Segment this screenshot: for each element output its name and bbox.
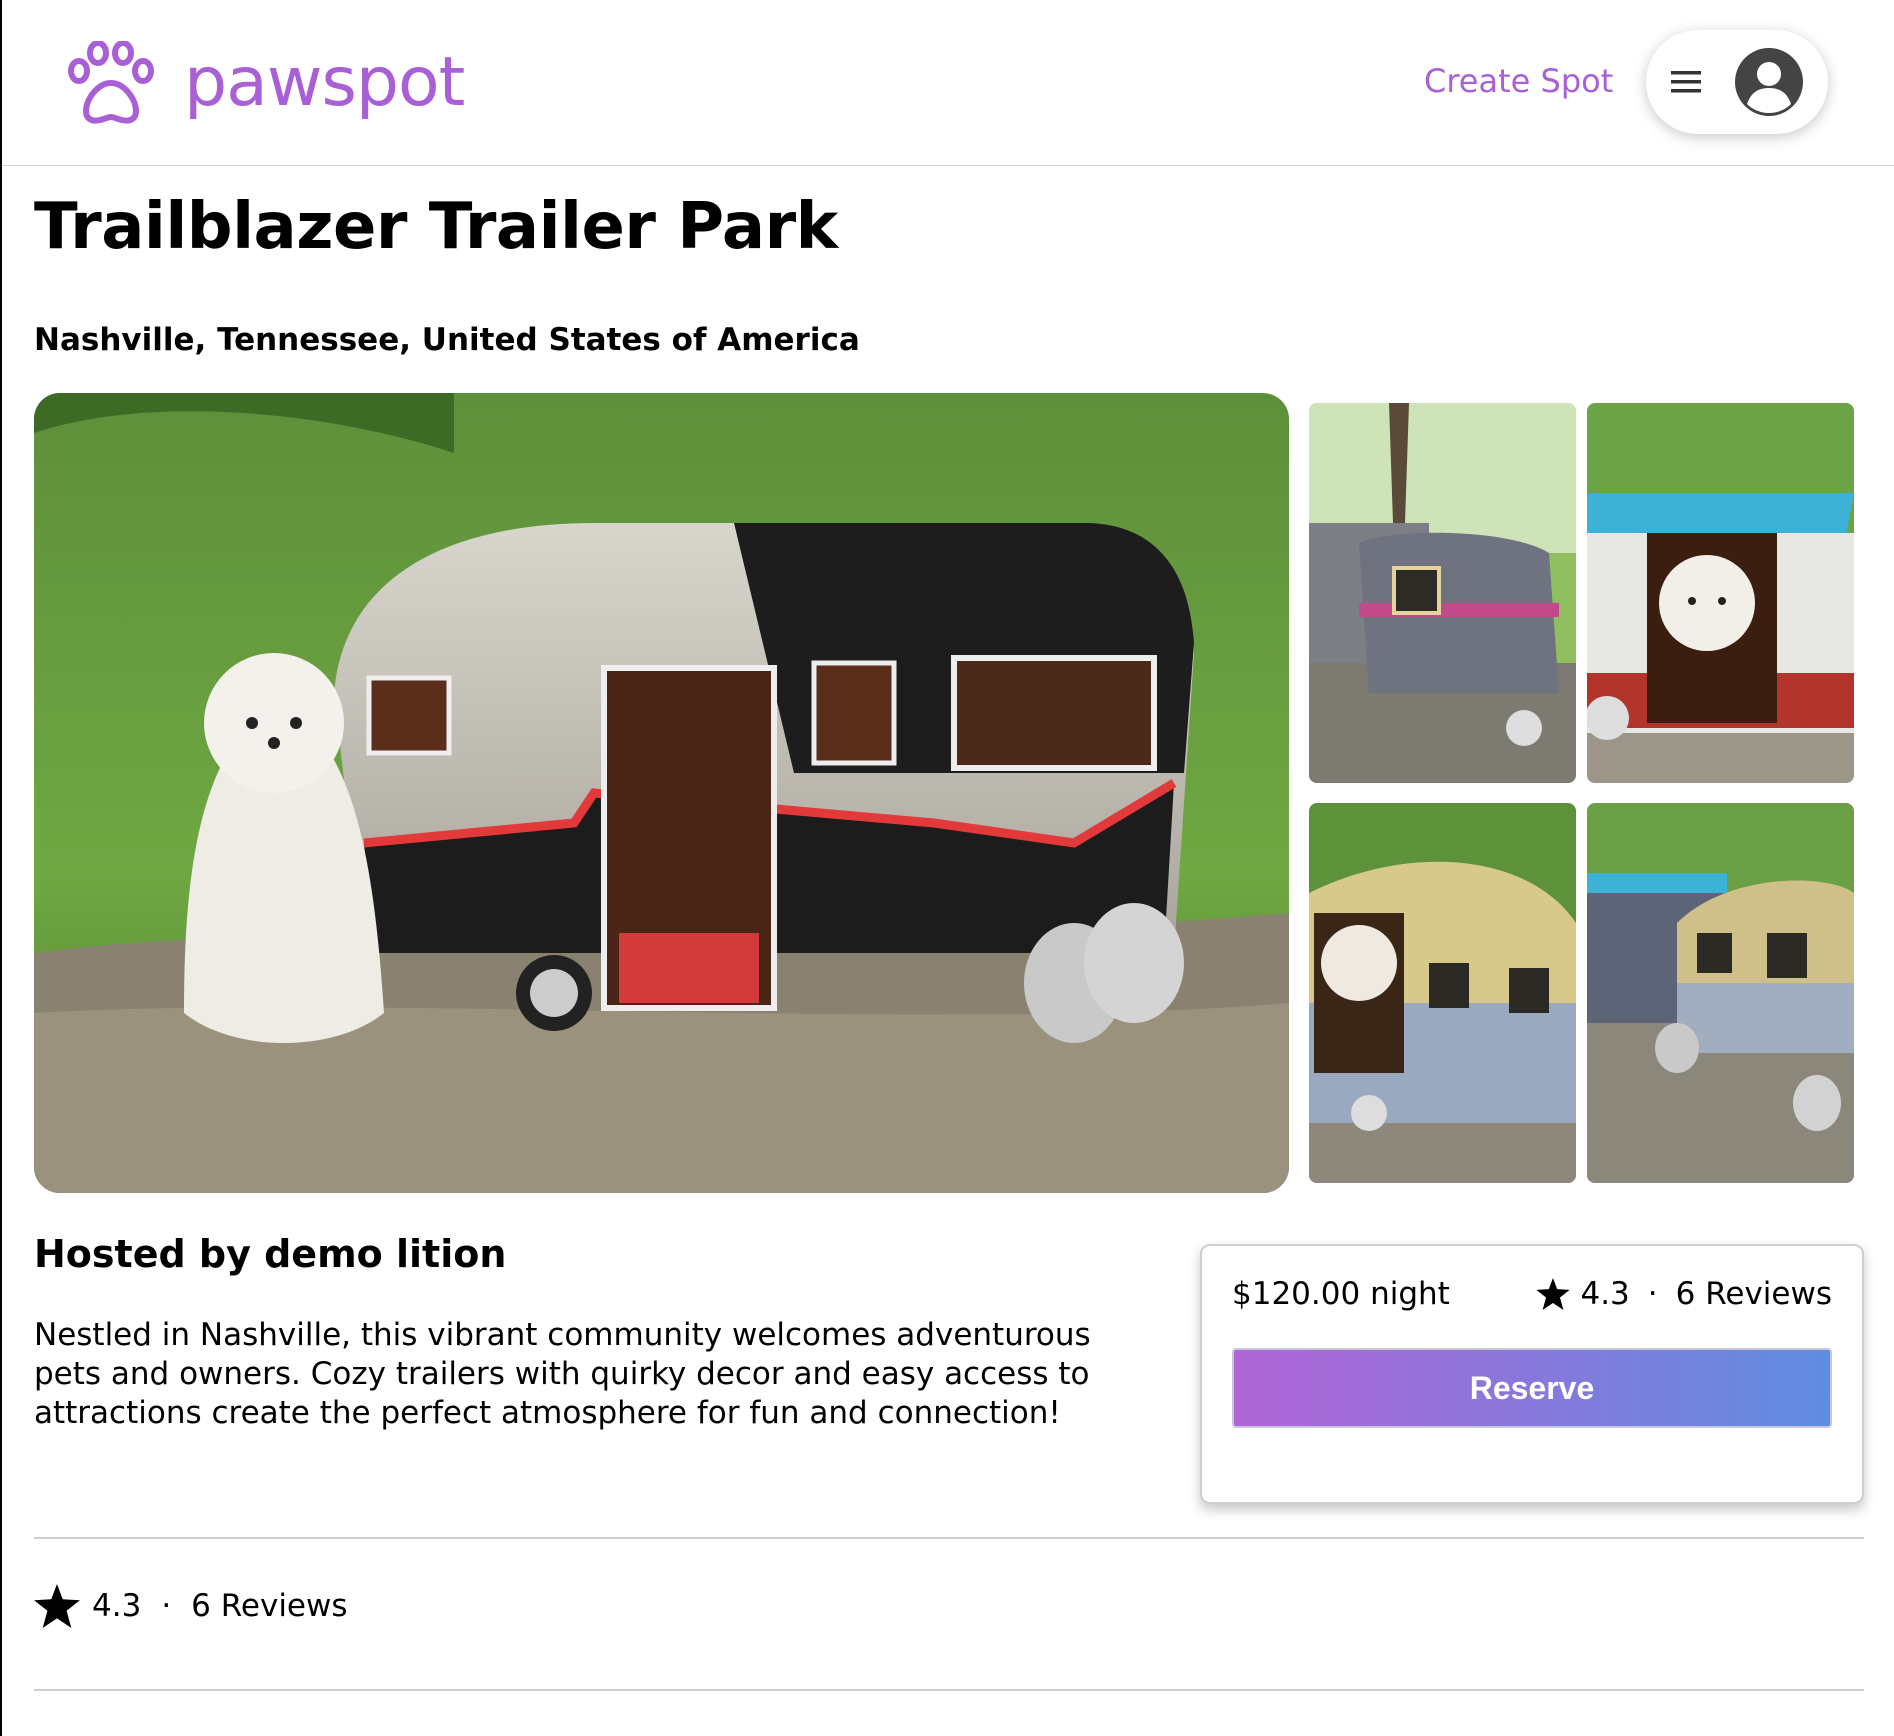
spot-location: Nashville, Tennessee, United States of A… — [34, 322, 860, 358]
card-review-count: 6 Reviews — [1675, 1276, 1832, 1312]
top-navigation-bar: pawspot Create Spot — [2, 0, 1894, 166]
hamburger-icon — [1671, 71, 1701, 93]
price-per-night: $120.00 night — [1232, 1276, 1450, 1312]
reviews-rating-summary: 4.3 · 6 Reviews — [34, 1584, 348, 1628]
create-spot-link[interactable]: Create Spot — [1424, 62, 1613, 100]
spot-title: Trailblazer Trailer Park — [34, 190, 838, 264]
trailer-photo — [1309, 803, 1576, 1183]
trailer-photo — [1309, 403, 1576, 783]
camper-doghouse-photo — [34, 393, 1289, 1193]
card-rating-value: 4.3 — [1580, 1276, 1630, 1312]
section-divider — [34, 1537, 1864, 1539]
trailer-photo — [1587, 403, 1854, 783]
trailer-photo — [1587, 803, 1854, 1183]
gallery-thumbnail-2[interactable] — [1587, 403, 1854, 783]
price-amount: $120.00 — [1232, 1276, 1361, 1312]
user-avatar-icon — [1735, 48, 1803, 116]
price-unit: night — [1370, 1276, 1450, 1312]
gallery-thumbnail-1[interactable] — [1309, 403, 1576, 783]
separator-dot: · — [161, 1588, 172, 1624]
user-menu-button[interactable] — [1646, 30, 1828, 134]
reviews-rating-value: 4.3 — [92, 1588, 142, 1624]
star-icon — [1536, 1278, 1571, 1310]
host-heading: Hosted by demo lition — [34, 1232, 507, 1276]
section-divider — [34, 1689, 1864, 1691]
separator-dot: · — [1647, 1276, 1658, 1312]
main-spot-image[interactable] — [34, 393, 1289, 1193]
card-rating-summary: 4.3 · 6 Reviews — [1536, 1276, 1832, 1312]
reservation-card: $120.00 night 4.3 · 6 Reviews Reserve — [1200, 1244, 1864, 1504]
star-icon — [34, 1584, 80, 1628]
spot-description: Nestled in Nashville, this vibrant commu… — [34, 1317, 1091, 1431]
gallery-thumbnail-4[interactable] — [1587, 803, 1854, 1183]
reviews-count: 6 Reviews — [191, 1588, 348, 1624]
logo-text: pawspot — [184, 43, 465, 122]
home-logo-link[interactable]: pawspot — [68, 38, 465, 128]
gallery-thumbnail-3[interactable] — [1309, 803, 1576, 1183]
paw-icon — [68, 41, 154, 124]
reserve-button[interactable]: Reserve — [1232, 1348, 1832, 1428]
